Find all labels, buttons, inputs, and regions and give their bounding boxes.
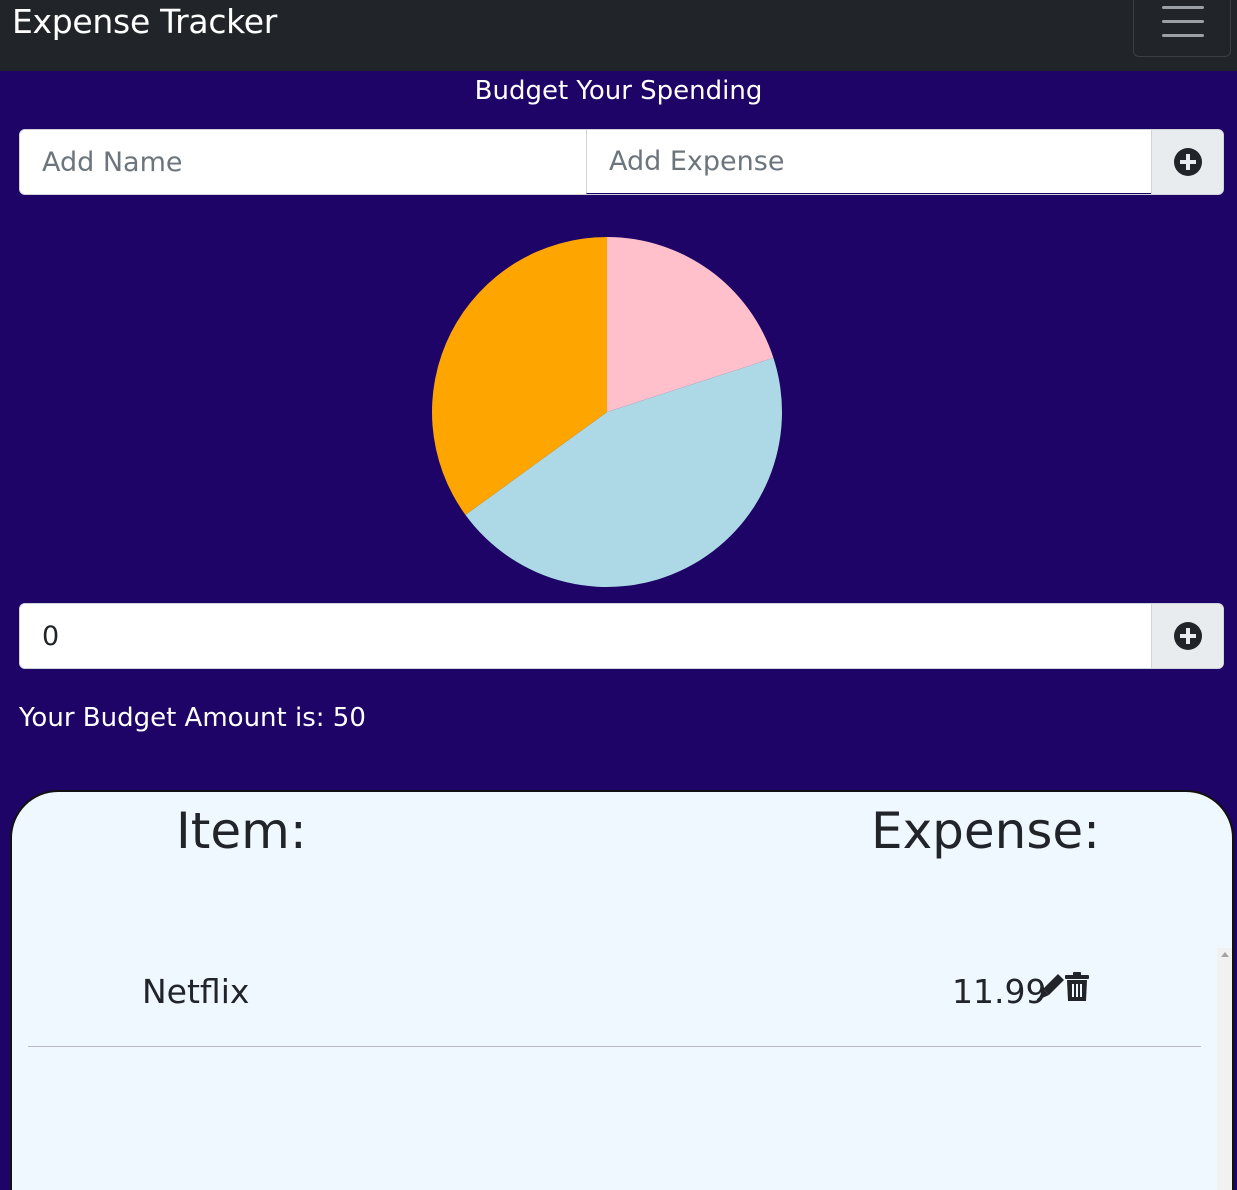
expense-input[interactable]: [586, 130, 1151, 194]
add-expense-button[interactable]: [1151, 130, 1223, 194]
name-input[interactable]: [20, 130, 586, 194]
plus-circle-icon: [1173, 148, 1202, 176]
expense-list-card: Item: Expense: Netflix 11.99: [10, 790, 1234, 1190]
expense-pie-chart: [432, 237, 782, 587]
brand-title[interactable]: Expense Tracker: [12, 2, 277, 41]
navbar: Expense Tracker: [0, 0, 1237, 71]
row-item-name: Netflix: [142, 972, 250, 1011]
pen-icon[interactable]: [1036, 972, 1066, 1002]
menu-toggle-button[interactable]: [1133, 0, 1231, 57]
expense-column-header: Expense:: [871, 802, 1101, 860]
expense-form: [19, 129, 1224, 195]
trash-icon[interactable]: [1064, 972, 1090, 1002]
page-subtitle: Budget Your Spending: [474, 76, 763, 106]
row-divider: [28, 1046, 1201, 1047]
plus-circle-icon: [1173, 622, 1202, 650]
scroll-up-arrow-icon[interactable]: [1221, 952, 1229, 957]
item-column-header: Item:: [176, 802, 307, 860]
list-scrollbar[interactable]: [1217, 948, 1232, 1190]
row-expense-value: 11.99: [952, 972, 1047, 1011]
add-budget-button[interactable]: [1151, 604, 1223, 668]
budget-form: [19, 603, 1224, 669]
budget-input[interactable]: [20, 604, 1152, 668]
budget-amount-text: Your Budget Amount is: 50: [19, 703, 366, 733]
